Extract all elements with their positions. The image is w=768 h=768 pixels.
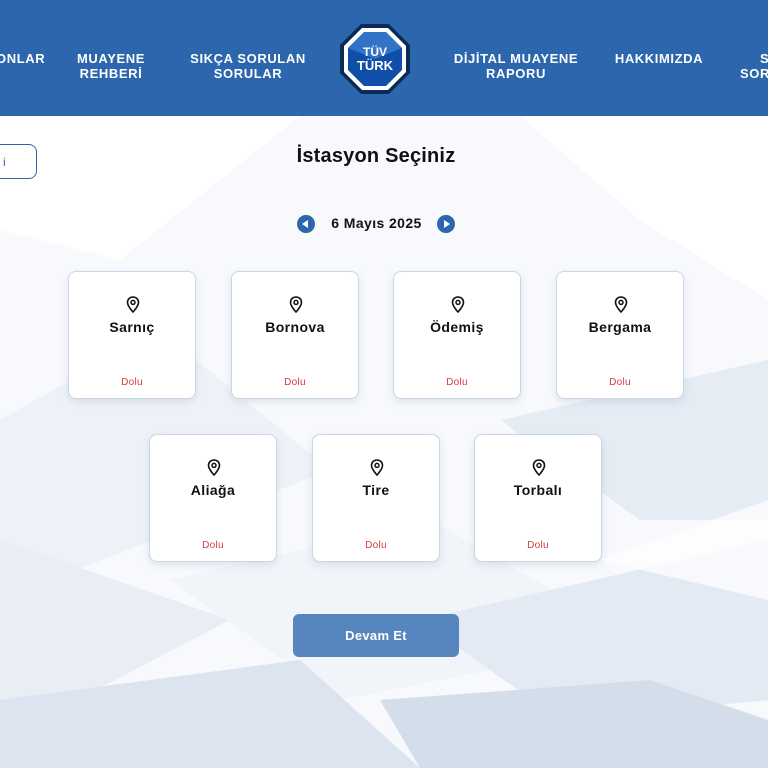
- station-card[interactable]: Tire Dolu: [312, 434, 440, 562]
- station-card[interactable]: Ödemiş Dolu: [393, 271, 521, 399]
- station-card[interactable]: Torbalı Dolu: [474, 434, 602, 562]
- location-pin-icon: [370, 459, 384, 476]
- svg-text:TÜRK: TÜRK: [357, 58, 394, 73]
- date-selector: 6 Mayıs 2025: [296, 213, 461, 235]
- station-card[interactable]: Aliağa Dolu: [149, 434, 277, 562]
- nav-item-faq[interactable]: SIKÇA SORULAN SORULAR: [188, 51, 308, 81]
- station-name: Torbalı: [513, 482, 563, 498]
- station-status: Dolu: [609, 377, 631, 388]
- next-day-button[interactable]: [437, 215, 455, 233]
- station-status: Dolu: [202, 540, 224, 551]
- nav-item-partial-right[interactable]: S SOR: [740, 51, 768, 81]
- station-card[interactable]: Bergama Dolu: [556, 271, 684, 399]
- station-status: Dolu: [446, 377, 468, 388]
- station-status: Dolu: [284, 377, 306, 388]
- previous-day-button[interactable]: [297, 215, 315, 233]
- nav-item-digital-report[interactable]: DİJİTAL MUAYENE RAPORU: [452, 51, 580, 81]
- svg-text:TÜV: TÜV: [363, 44, 387, 59]
- station-name: Bornova: [265, 319, 325, 335]
- page: ONLAR MUAYENE REHBERİ SIKÇA SORULAN SORU…: [0, 0, 768, 768]
- tuvturk-logo[interactable]: TÜV TÜRK: [339, 23, 411, 95]
- station-card[interactable]: Bornova Dolu: [231, 271, 359, 399]
- nav-item-about[interactable]: HAKKIMIZDA: [614, 51, 704, 66]
- tuvturk-logo-icon: TÜV TÜRK: [340, 24, 410, 94]
- station-name: Sarnıç: [109, 319, 155, 335]
- station-name: Bergama: [588, 319, 652, 335]
- location-pin-icon: [126, 296, 140, 313]
- selected-date: 6 Mayıs 2025: [331, 215, 422, 231]
- station-card[interactable]: Sarnıç Dolu: [68, 271, 196, 399]
- location-pin-icon: [451, 296, 465, 313]
- location-pin-icon: [614, 296, 628, 313]
- station-name: Aliağa: [190, 482, 236, 498]
- page-title: İstasyon Seçiniz: [296, 145, 456, 167]
- location-pin-icon: [207, 459, 221, 476]
- continue-button[interactable]: Devam Et: [293, 614, 459, 657]
- station-name: Tire: [362, 482, 390, 498]
- nav-item-inspection-guide[interactable]: MUAYENE REHBERİ: [76, 51, 146, 81]
- station-status: Dolu: [527, 540, 549, 551]
- station-status: Dolu: [365, 540, 387, 551]
- nav-item-partial-left[interactable]: ONLAR: [0, 51, 45, 66]
- location-pin-icon: [289, 296, 303, 313]
- location-pin-icon: [532, 459, 546, 476]
- top-navigation-bar: ONLAR MUAYENE REHBERİ SIKÇA SORULAN SORU…: [0, 0, 768, 116]
- station-status: Dolu: [121, 377, 143, 388]
- station-name: Ödemiş: [430, 319, 484, 335]
